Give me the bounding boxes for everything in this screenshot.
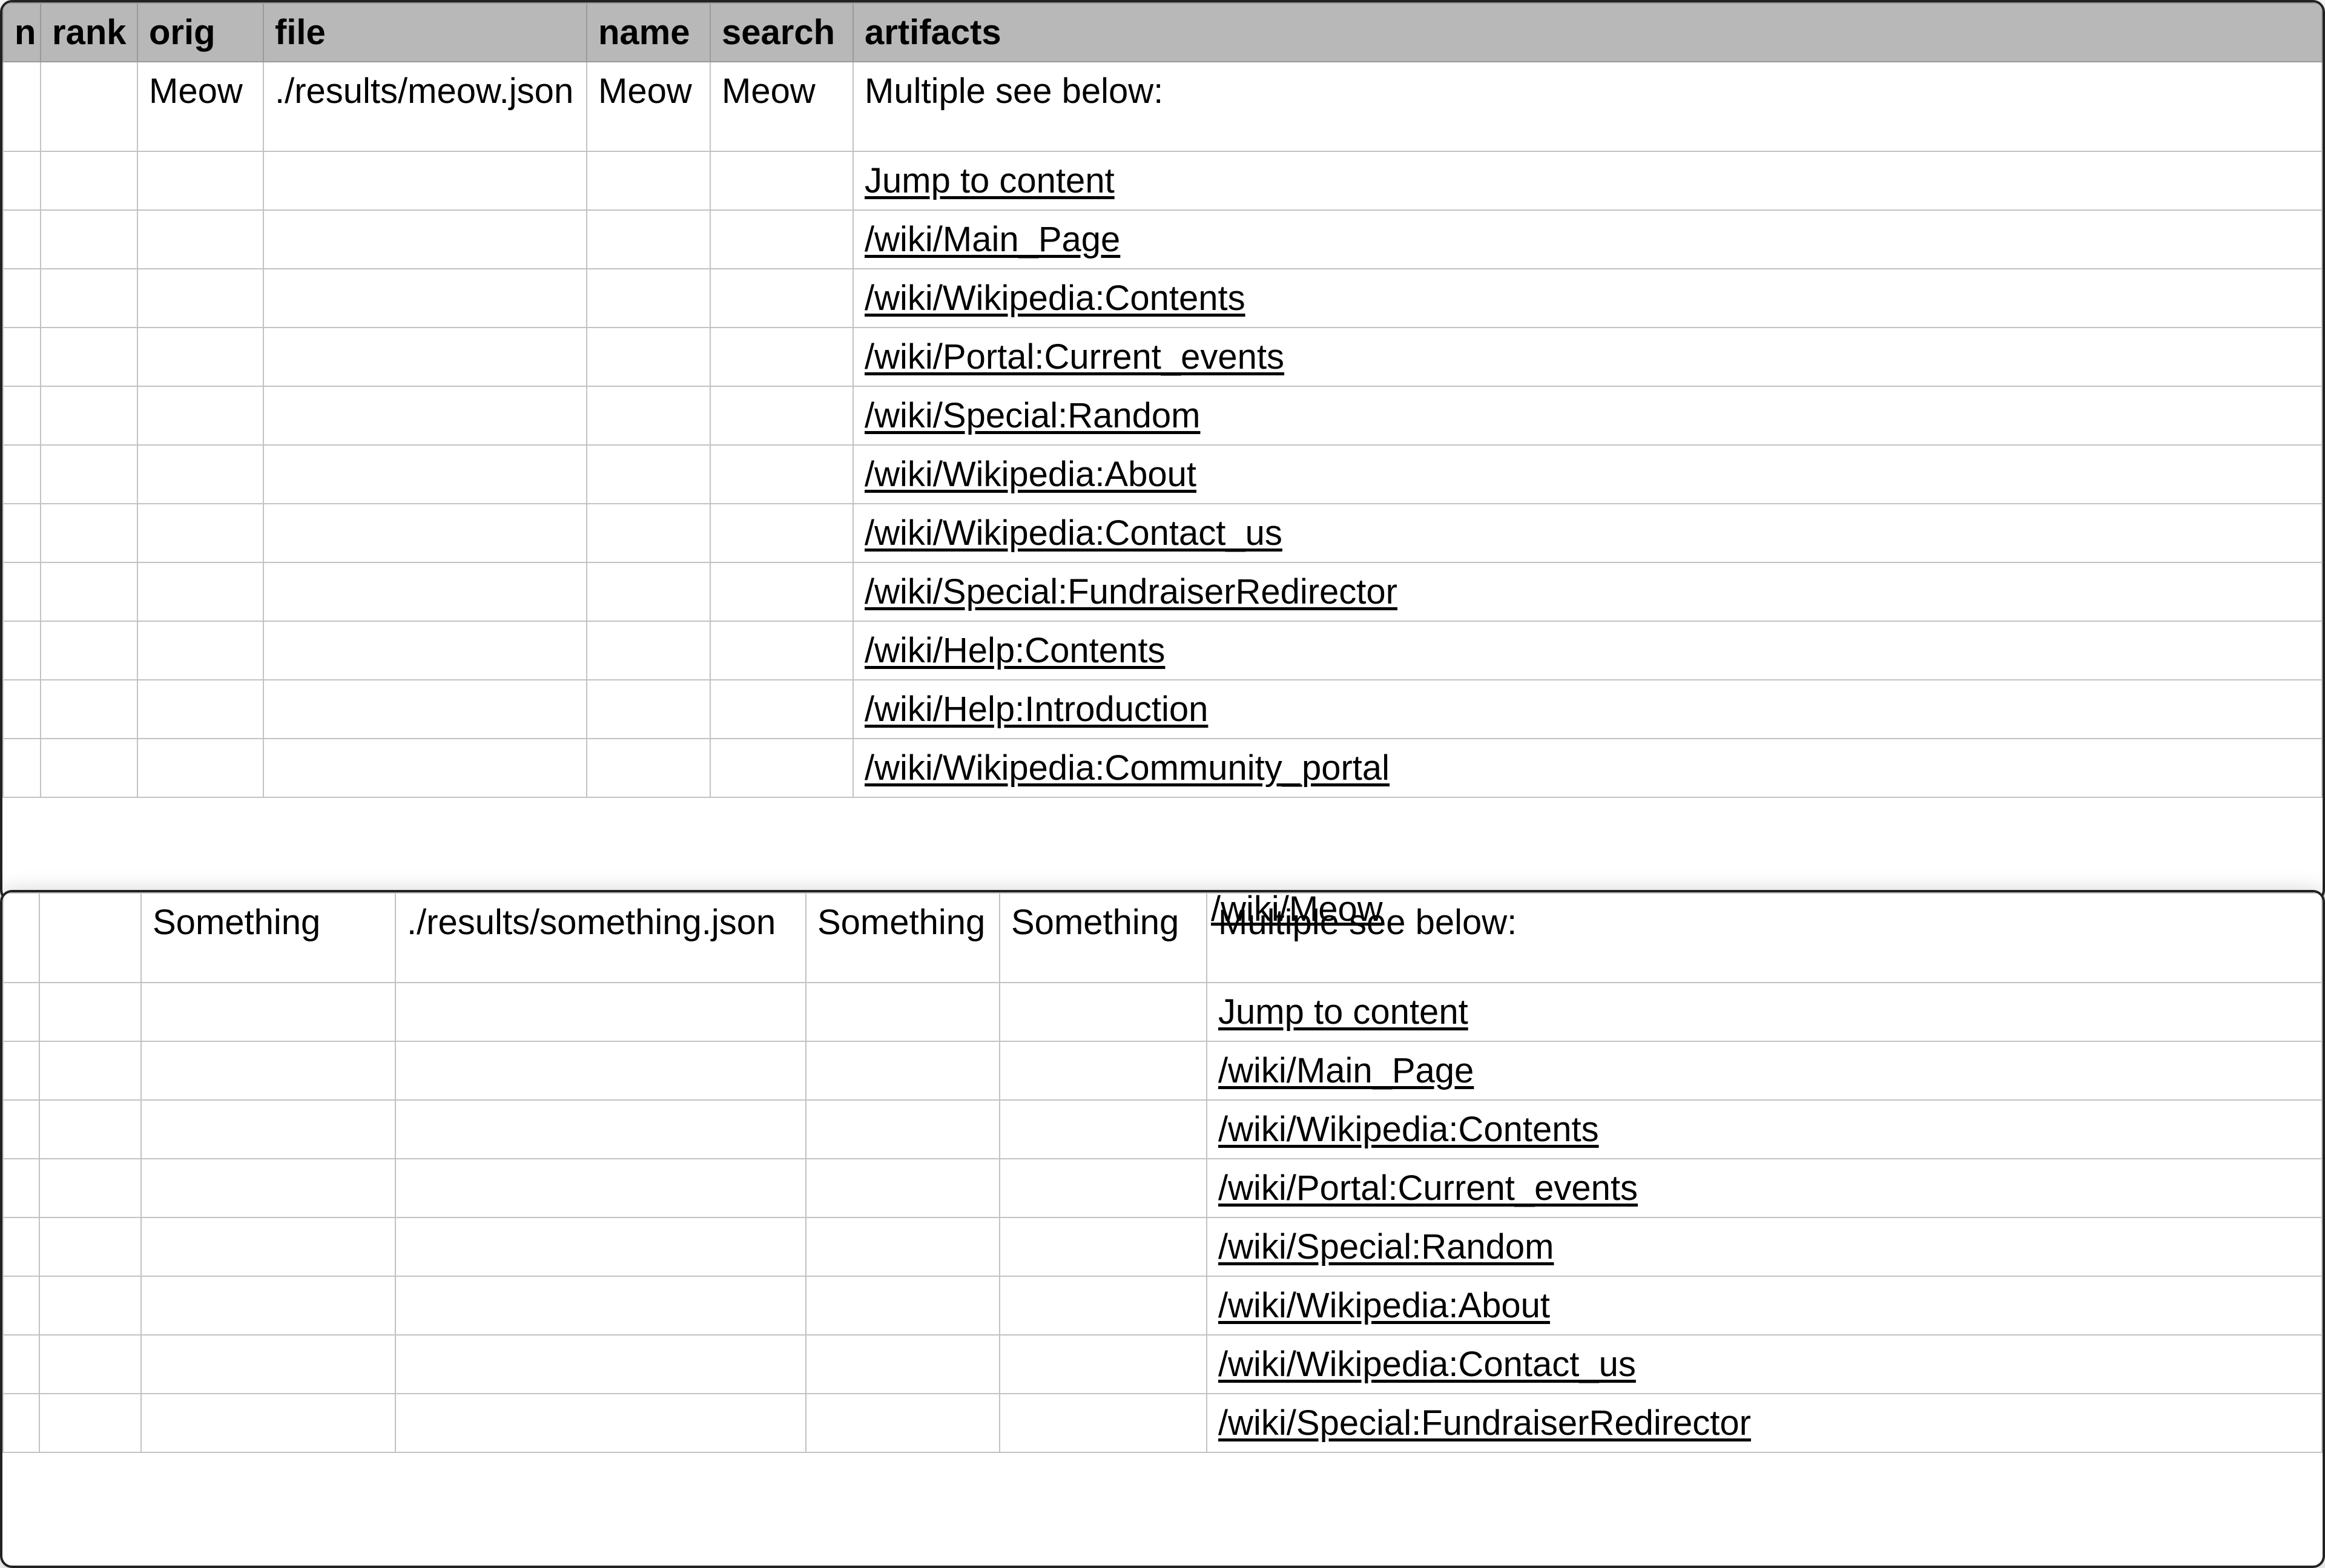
artifact-link-cell: /wiki/Portal:Current_events — [853, 328, 2322, 386]
table-row: Jump to content — [3, 983, 2322, 1041]
artifact-link-cell: /wiki/Wikipedia:About — [853, 445, 2322, 504]
col-header-orig[interactable]: orig — [137, 3, 263, 62]
artifact-link[interactable]: /wiki/Portal:Current_events — [1218, 1168, 1638, 1208]
artifact-link[interactable]: /wiki/Help:Introduction — [865, 690, 1208, 729]
table-row: /wiki/Special:FundraiserRedirector — [3, 562, 2322, 621]
artifact-link-cell: /wiki/Wikipedia:Community_portal — [853, 739, 2322, 797]
table-row: /wiki/Wikipedia:Contents — [3, 269, 2322, 328]
cell-orig: Meow — [137, 62, 263, 151]
artifact-link[interactable]: /wiki/Main_Page — [1218, 1051, 1474, 1090]
cell-file: ./results/something.json — [395, 893, 806, 983]
artifact-link-cell: /wiki/Wikipedia:Contents — [1207, 1100, 2322, 1159]
table-row: /wiki/Wikipedia:About — [3, 1276, 2322, 1335]
artifact-link-cell: /wiki/Special:Random — [853, 386, 2322, 445]
artifact-link[interactable]: Jump to content — [865, 161, 1115, 200]
table-row: Meow ./results/meow.json Meow Meow Multi… — [3, 62, 2322, 151]
artifact-link[interactable]: /wiki/Wikipedia:Community_portal — [865, 748, 1390, 788]
artifact-link-cell: /wiki/Wikipedia:Contents — [853, 269, 2322, 328]
artifact-link[interactable]: /wiki/Wikipedia:Contact_us — [865, 513, 1282, 553]
table-row: /wiki/Special:Random — [3, 1217, 2322, 1276]
col-header-rank[interactable]: rank — [41, 3, 137, 62]
artifact-link-cell: /wiki/Help:Contents — [853, 621, 2322, 680]
artifact-link[interactable]: /wiki/Wikipedia:Contents — [1218, 1110, 1599, 1149]
table-row: /wiki/Wikipedia:Contents — [3, 1100, 2322, 1159]
artifact-link[interactable]: Jump to content — [1218, 992, 1468, 1032]
artifact-link-cell: /wiki/Main_Page — [853, 210, 2322, 269]
cell-file: ./results/meow.json — [263, 62, 587, 151]
artifact-link-cell: /wiki/Special:FundraiserRedirector — [853, 562, 2322, 621]
artifact-link-cell: /wiki/Help:Introduction — [853, 680, 2322, 739]
artifact-link-cell: /wiki/Special:Random — [1207, 1217, 2322, 1276]
cell-rank — [41, 62, 137, 151]
artifact-link[interactable]: /wiki/Wikipedia:About — [865, 455, 1196, 494]
artifact-link[interactable]: /wiki/Special:Random — [1218, 1227, 1554, 1267]
artifact-link-cell: /wiki/Wikipedia:About — [1207, 1276, 2322, 1335]
artifact-link[interactable]: /wiki/Main_Page — [865, 220, 1120, 259]
table-row: /wiki/Help:Introduction — [3, 680, 2322, 739]
cell-n — [3, 893, 39, 983]
artifact-link[interactable]: /wiki/Wikipedia:About — [1218, 1286, 1550, 1325]
artifact-link-cell: /wiki/Wikipedia:Contact_us — [1207, 1335, 2322, 1394]
artifact-link-cell: Jump to content — [1207, 983, 2322, 1041]
artifact-link-cell: /wiki/Special:FundraiserRedirector — [1207, 1394, 2322, 1452]
artifact-link[interactable]: /wiki/Wikipedia:Contents — [865, 278, 1245, 318]
table-header-row: n rank orig file name search artifacts — [3, 3, 2322, 62]
table-row: /wiki/Main_Page — [3, 1041, 2322, 1100]
bottom-table-pane: Something ./results/something.json Somet… — [0, 890, 2325, 1568]
results-table-top: n rank orig file name search artifacts M… — [2, 2, 2323, 798]
cell-search: Something — [1000, 893, 1207, 983]
table-row: /wiki/Special:FundraiserRedirector — [3, 1394, 2322, 1452]
artifact-link-cell: /wiki/Wikipedia:Contact_us — [853, 504, 2322, 562]
table-row: /wiki/Portal:Current_events — [3, 1159, 2322, 1217]
table-row: /wiki/Help:Contents — [3, 621, 2322, 680]
artifact-link[interactable]: /wiki/Special:Random — [865, 396, 1200, 435]
table-row: /wiki/Wikipedia:Contact_us — [3, 504, 2322, 562]
col-header-artifacts[interactable]: artifacts — [853, 3, 2322, 62]
cell-n — [3, 62, 41, 151]
table-row: /wiki/Main_Page — [3, 210, 2322, 269]
top-table-pane: n rank orig file name search artifacts M… — [0, 0, 2325, 902]
artifact-link[interactable]: /wiki/Wikipedia:Contact_us — [1218, 1345, 1636, 1384]
artifact-link-cell: Jump to content — [853, 151, 2322, 210]
cell-rank — [39, 893, 141, 983]
artifact-link-cell: /wiki/Portal:Current_events — [1207, 1159, 2322, 1217]
col-header-file[interactable]: file — [263, 3, 587, 62]
cell-search: Meow — [710, 62, 853, 151]
cell-artifacts-header: Multiple see below: — [853, 62, 2322, 151]
artifact-link-cell: /wiki/Main_Page — [1207, 1041, 2322, 1100]
artifact-link[interactable]: /wiki/Special:FundraiserRedirector — [1218, 1403, 1751, 1443]
artifact-link[interactable]: /wiki/Portal:Current_events — [865, 337, 1284, 377]
table-row: /wiki/Portal:Current_events — [3, 328, 2322, 386]
table-row: /wiki/Wikipedia:Contact_us — [3, 1335, 2322, 1394]
table-row: Jump to content — [3, 151, 2322, 210]
table-row: /wiki/Special:Random — [3, 386, 2322, 445]
col-header-search[interactable]: search — [710, 3, 853, 62]
table-row: /wiki/Wikipedia:About — [3, 445, 2322, 504]
table-row: Something ./results/something.json Somet… — [3, 893, 2322, 983]
results-table-bottom: Something ./results/something.json Somet… — [2, 892, 2323, 1453]
col-header-n[interactable]: n — [3, 3, 41, 62]
artifact-link[interactable]: /wiki/Special:FundraiserRedirector — [865, 572, 1397, 611]
cell-artifacts-header: Multiple see below: — [1207, 893, 2322, 983]
artifact-link[interactable]: /wiki/Help:Contents — [865, 631, 1165, 670]
cell-name: Meow — [587, 62, 710, 151]
table-row: /wiki/Wikipedia:Community_portal — [3, 739, 2322, 797]
col-header-name[interactable]: name — [587, 3, 710, 62]
cell-orig: Something — [141, 893, 395, 983]
cell-name: Something — [806, 893, 1000, 983]
